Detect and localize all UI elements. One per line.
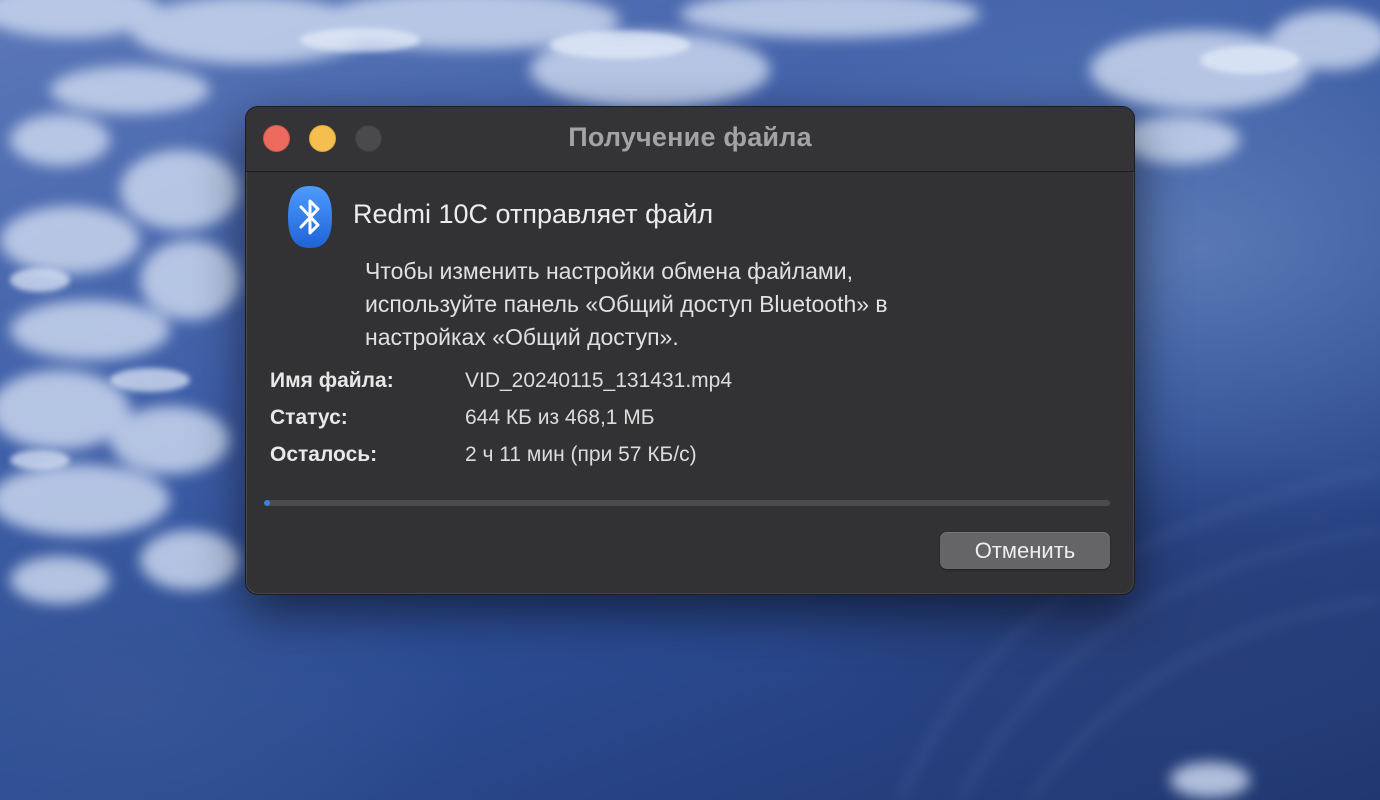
dialog-heading: Redmi 10C отправляет файл [353, 199, 714, 229]
info-line: Чтобы изменить настройки обмена файлами, [365, 258, 853, 284]
cancel-button[interactable]: Отменить [940, 532, 1110, 569]
status-label: Статус: [270, 406, 348, 429]
info-line: настройках «Общий доступ». [365, 324, 679, 350]
remaining-label: Осталось: [270, 443, 378, 466]
titlebar: Получение файла [246, 107, 1134, 172]
bluetooth-icon [287, 185, 333, 249]
status-value: 644 КБ из 468,1 МБ [465, 406, 655, 429]
file-transfer-dialog: Получение файла Redmi 10C отправляет фай… [245, 106, 1135, 595]
file-name-value: VID_20240115_131431.mp4 [465, 369, 733, 392]
info-line: используйте панель «Общий доступ Bluetoo… [365, 291, 888, 317]
file-name-label: Имя файла: [270, 369, 394, 392]
window-title: Получение файла [568, 122, 812, 152]
progress-bar [264, 500, 1110, 506]
remaining-value: 2 ч 11 мин (при 57 КБ/с) [465, 443, 697, 466]
progress-bar-fill [264, 500, 270, 506]
info-text: Чтобы изменить настройки обмена файлами,… [365, 255, 1065, 354]
